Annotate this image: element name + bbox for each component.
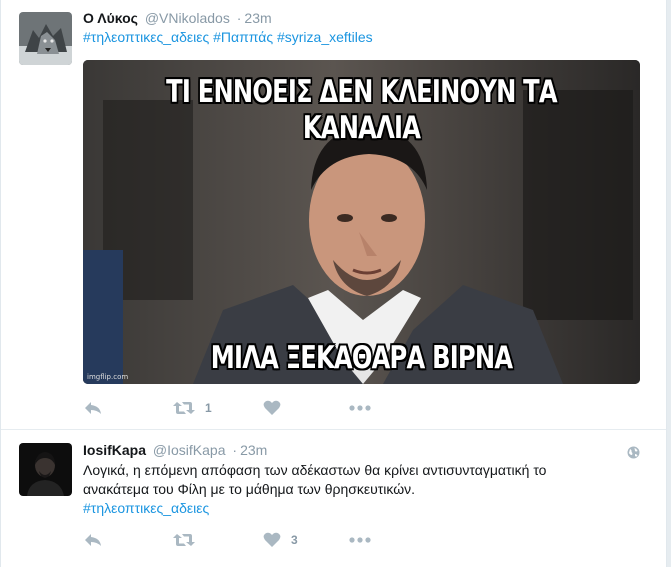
globe-icon — [627, 446, 640, 459]
like-button[interactable] — [263, 398, 291, 418]
hashtag-link[interactable]: #Παππάς — [213, 29, 273, 45]
tweet[interactable]: Ο Λύκος @VNikolados · 23m #τηλεοπτικες_αδ… — [1, 0, 666, 430]
retweet-count: 1 — [205, 401, 212, 415]
imgflip-watermark: imgflip.com — [87, 373, 129, 381]
reply-icon — [85, 534, 101, 546]
timestamp[interactable]: 23m — [244, 10, 271, 26]
avatar-wolf[interactable] — [19, 12, 72, 65]
timeline: Ο Λύκος @VNikolados · 23m #τηλεοπτικες_αδ… — [0, 0, 667, 567]
separator-dot: · — [232, 442, 238, 458]
more-button[interactable] — [349, 530, 371, 550]
tweet-actions: 1 — [83, 398, 403, 418]
tweet-text-line: Λογικά, η επόμενη απόφαση των αδέκαστων … — [83, 462, 547, 478]
tweet-actions: 3 — [83, 530, 403, 550]
like-count: 3 — [291, 533, 298, 547]
wolf-avatar-image — [19, 12, 72, 65]
retweet-button[interactable]: 1 — [173, 398, 212, 418]
tweet-text: Λογικά, η επόμενη απόφαση των αδέκαστων … — [83, 461, 628, 518]
reply-button[interactable] — [83, 398, 103, 418]
more-dots-icon — [349, 537, 371, 543]
tweet-text-line: ανακάτεμα του Φίλη με το μάθημα των θρησ… — [83, 481, 416, 497]
retweet-icon — [173, 402, 195, 414]
screen-name[interactable]: @IosifKapa — [153, 442, 226, 458]
more-dots-icon — [349, 405, 371, 411]
tweet-media-image[interactable]: ΤΙ ΕΝΝΟΕΙΣ ΔΕΝ ΚΛΕΙΝΟΥΝ ΤΑ ΚΑΝΑΛΙΑ ΜΙΛΑ … — [83, 60, 640, 384]
reply-icon — [85, 402, 101, 414]
tweet-header: IosifKapa @IosifKapa · 23m — [83, 441, 267, 459]
heart-icon — [263, 532, 281, 547]
tweet-header: Ο Λύκος @VNikolados · 23m — [83, 9, 272, 27]
separator-dot: · — [236, 10, 242, 26]
screen-name[interactable]: @VNikolados — [145, 10, 230, 26]
meme-top-caption: ΤΙ ΕΝΝΟΕΙΣ ΔΕΝ ΚΛΕΙΝΟΥΝ ΤΑ ΚΑΝΑΛΙΑ — [166, 74, 557, 146]
heart-icon — [263, 400, 281, 415]
meme-bottom-caption: ΜΙΛΑ ΞΕΚΑΘΑΡΑ ΒΙΡΝΑ — [210, 340, 513, 376]
hashtag-link[interactable]: #τηλεοπτικες_αδειες — [83, 500, 209, 516]
reply-button[interactable] — [83, 530, 103, 550]
person-avatar-image — [19, 443, 72, 496]
retweet-button[interactable] — [173, 530, 205, 550]
timestamp[interactable]: 23m — [240, 442, 267, 458]
tweet[interactable]: IosifKapa @IosifKapa · 23m Λογικά, η επόμ… — [1, 430, 666, 567]
hashtag-link[interactable]: #τηλεοπτικες_αδειες — [83, 29, 209, 45]
fullname[interactable]: IosifKapa — [83, 442, 146, 458]
more-button[interactable] — [349, 398, 371, 418]
fullname[interactable]: Ο Λύκος — [83, 10, 138, 26]
tweet-text: #τηλεοπτικες_αδειες #Παππάς #syriza_xeft… — [83, 28, 628, 47]
location-button[interactable] — [627, 446, 640, 464]
retweet-icon — [173, 534, 195, 546]
like-button[interactable]: 3 — [263, 530, 298, 550]
hashtag-link[interactable]: #syriza_xeftiles — [277, 29, 373, 45]
avatar-iosifkapa[interactable] — [19, 443, 72, 496]
